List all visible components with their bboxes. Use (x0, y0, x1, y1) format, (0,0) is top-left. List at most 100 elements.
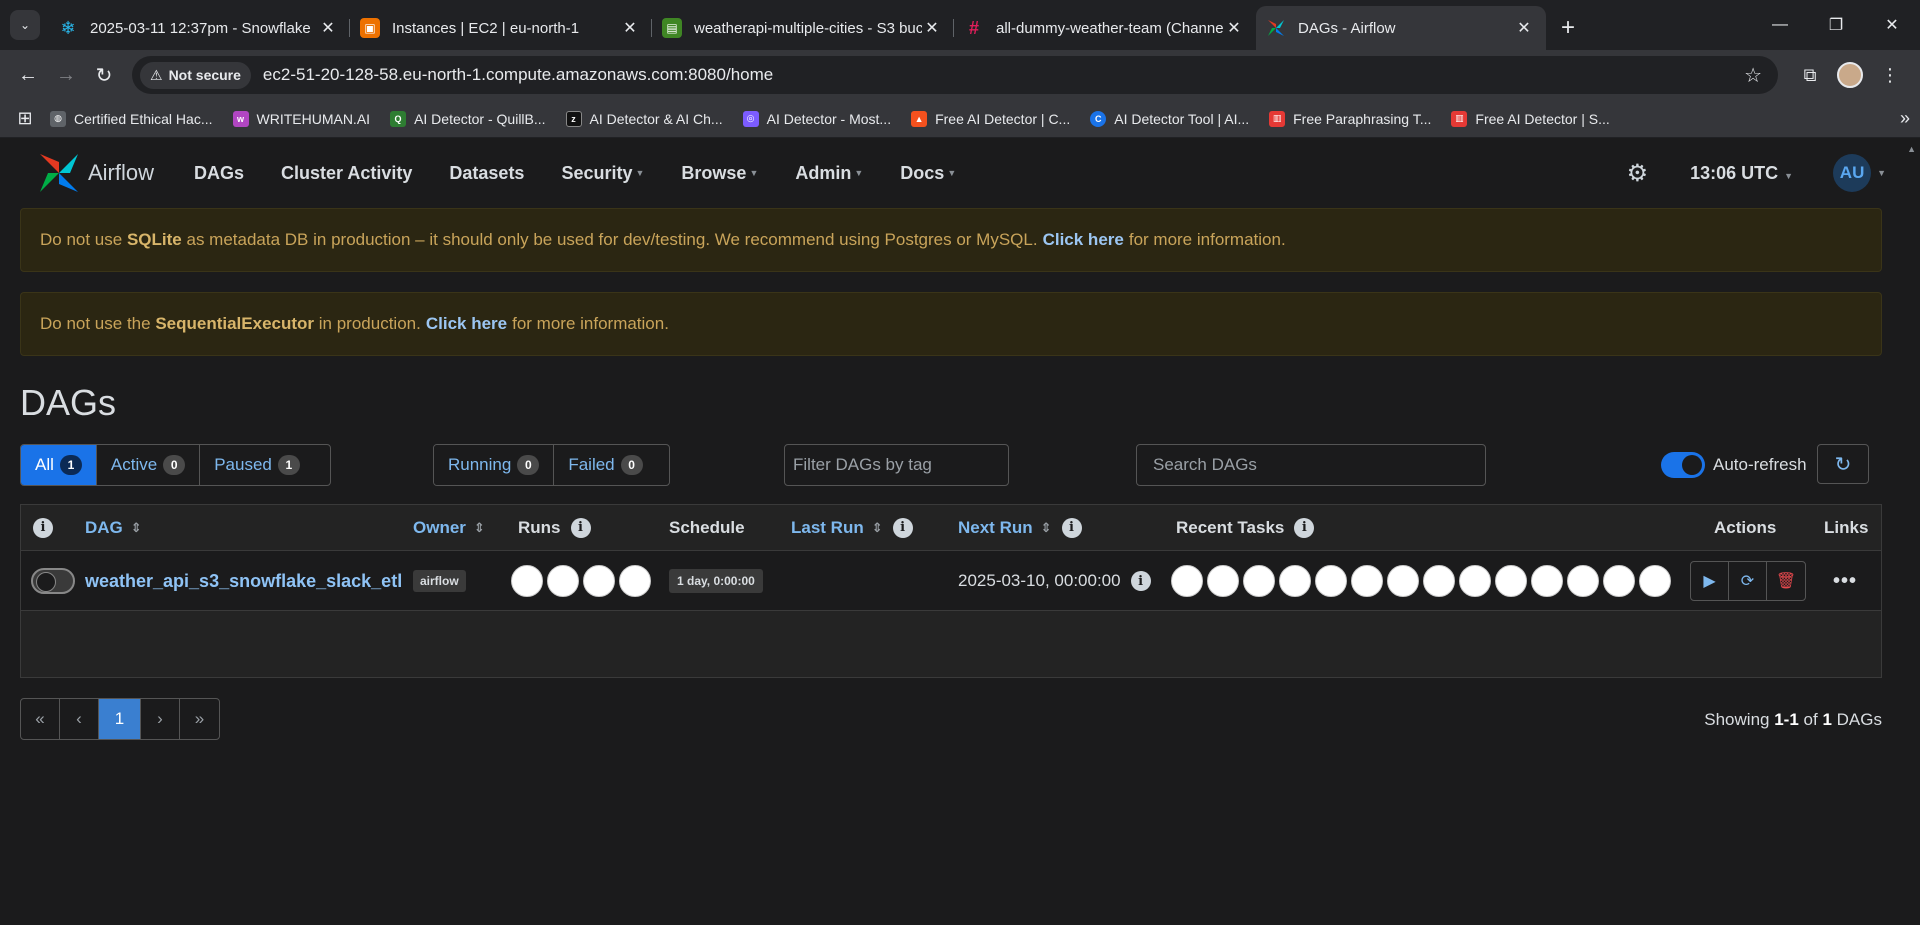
bookmark-item[interactable]: ▥ Free Paraphrasing T... (1269, 110, 1431, 127)
task-status-circle[interactable] (1495, 565, 1527, 597)
owner-badge[interactable]: airflow (413, 570, 466, 592)
close-tab-icon[interactable]: ✕ (1224, 18, 1244, 38)
task-status-circle[interactable] (1207, 565, 1239, 597)
last-page-button[interactable]: » (180, 699, 219, 739)
task-status-circle[interactable] (1387, 565, 1419, 597)
toggle-switch[interactable] (31, 568, 75, 594)
nav-admin[interactable]: Admin ▼ (795, 163, 863, 184)
bookmark-star-icon[interactable]: ☆ (1744, 63, 1762, 88)
nav-security[interactable]: Security ▼ (561, 163, 644, 184)
first-page-button[interactable]: « (21, 699, 60, 739)
trigger-dag-button[interactable]: ▶ (1691, 562, 1729, 600)
bookmark-item[interactable]: ◎ AI Detector - Most... (742, 110, 891, 127)
next-page-button[interactable]: › (141, 699, 180, 739)
profile-button[interactable] (1830, 57, 1870, 93)
column-header-dag[interactable]: DAG ⇕ (85, 518, 142, 538)
close-tab-icon[interactable]: ✕ (1514, 18, 1534, 38)
nav-dags[interactable]: DAGs (194, 163, 244, 184)
nav-datasets[interactable]: Datasets (449, 163, 524, 184)
minimize-icon[interactable]: — (1752, 0, 1808, 50)
run-status-circle[interactable] (511, 565, 543, 597)
info-icon[interactable]: i (1130, 571, 1151, 591)
task-status-circle[interactable] (1459, 565, 1491, 597)
user-menu[interactable]: AU ▼ (1833, 154, 1886, 192)
reload-button[interactable]: ↻ (86, 57, 122, 93)
browser-tab-airflow[interactable]: DAGs - Airflow ✕ (1256, 6, 1546, 50)
current-page-button[interactable]: 1 (99, 699, 141, 739)
refresh-button[interactable]: ↻ (1817, 444, 1869, 484)
nav-cluster-activity[interactable]: Cluster Activity (281, 163, 412, 184)
more-links-icon[interactable]: ••• (1833, 570, 1857, 593)
nav-docs[interactable]: Docs ▼ (900, 163, 956, 184)
timezone-dropdown[interactable]: 13:06 UTC ▼ (1690, 163, 1793, 184)
address-bar[interactable]: ⚠ Not secure ec2-51-20-128-58.eu-north-1… (132, 56, 1778, 94)
filter-running-button[interactable]: Running 0 (434, 445, 555, 485)
info-icon[interactable]: i (1294, 517, 1315, 538)
apps-grid-icon[interactable]: ⊞ (10, 108, 40, 129)
task-status-circle[interactable] (1567, 565, 1599, 597)
filter-paused-button[interactable]: Paused 1 (200, 445, 314, 485)
filter-all-button[interactable]: All 1 (21, 445, 97, 485)
toggle-switch[interactable] (1661, 452, 1705, 478)
tab-search-button[interactable]: ⌄ (10, 10, 40, 40)
info-icon[interactable]: i (1061, 517, 1082, 538)
forward-button[interactable]: → (48, 57, 84, 93)
run-status-circle[interactable] (619, 565, 651, 597)
dag-pause-toggle[interactable] (31, 551, 75, 611)
alert-link[interactable]: Click here (426, 314, 507, 334)
close-tab-icon[interactable]: ✕ (620, 18, 640, 38)
alert-link[interactable]: Click here (1043, 230, 1124, 250)
bookmark-item[interactable]: w WRITEHUMAN.AI (232, 110, 370, 127)
tag-filter-input[interactable]: Filter DAGs by tag (784, 444, 1009, 486)
browser-tab-ec2[interactable]: ▣ Instances | EC2 | eu-north-1 ✕ (350, 6, 652, 50)
task-status-circle[interactable] (1171, 565, 1203, 597)
schedule-badge[interactable]: 1 day, 0:00:00 (669, 569, 763, 593)
extensions-icon[interactable]: ⧉ (1790, 57, 1830, 93)
close-window-icon[interactable]: ✕ (1864, 0, 1920, 50)
task-status-circle[interactable] (1315, 565, 1347, 597)
column-header-next-run[interactable]: Next Run ⇕ i (958, 517, 1082, 538)
filter-active-button[interactable]: Active 0 (96, 445, 201, 485)
browser-tab-slack[interactable]: # all-dummy-weather-team (Channel) ✕ (954, 6, 1256, 50)
run-status-circle[interactable] (547, 565, 579, 597)
task-status-circle[interactable] (1531, 565, 1563, 597)
close-tab-icon[interactable]: ✕ (922, 18, 942, 38)
task-status-circle[interactable] (1603, 565, 1635, 597)
airflow-logo[interactable]: Airflow (36, 150, 154, 196)
task-status-circle[interactable] (1423, 565, 1455, 597)
scrollbar-up-arrow[interactable]: ▲ (1907, 144, 1916, 154)
task-status-circle[interactable] (1639, 565, 1671, 597)
delete-dag-button[interactable]: 🗑 (1767, 562, 1805, 600)
auto-refresh-toggle[interactable]: Auto-refresh (1661, 444, 1807, 486)
task-status-circle[interactable] (1279, 565, 1311, 597)
bookmark-item[interactable]: ▥ Free AI Detector | S... (1451, 110, 1610, 127)
back-button[interactable]: ← (10, 57, 46, 93)
browser-menu-icon[interactable]: ⋮ (1870, 57, 1910, 93)
bookmark-item[interactable]: ◍ Certified Ethical Hac... (50, 110, 213, 127)
close-tab-icon[interactable]: ✕ (318, 18, 338, 38)
run-status-circle[interactable] (583, 565, 615, 597)
bookmark-item[interactable]: ▲ Free AI Detector | C... (911, 110, 1070, 127)
bookmark-item[interactable]: z AI Detector & AI Ch... (565, 110, 723, 127)
dag-name-link[interactable]: weather_api_s3_snowflake_slack_etl (85, 551, 402, 611)
column-header-last-run[interactable]: Last Run ⇕ i (791, 517, 913, 538)
theme-gear-icon[interactable]: ⚙ (1627, 159, 1649, 188)
search-dags-input[interactable]: Search DAGs (1136, 444, 1486, 486)
task-status-circle[interactable] (1351, 565, 1383, 597)
nav-browse[interactable]: Browse ▼ (681, 163, 758, 184)
browser-tab-snowflake[interactable]: ❄ 2025-03-11 12:37pm - Snowflake ✕ (48, 6, 350, 50)
prev-page-button[interactable]: ‹ (60, 699, 99, 739)
restore-icon[interactable]: ❐ (1808, 0, 1864, 50)
task-status-circle[interactable] (1243, 565, 1275, 597)
browser-tab-s3[interactable]: ▤ weatherapi-multiple-cities - S3 bucket… (652, 6, 954, 50)
bookmark-item[interactable]: C AI Detector Tool | AI... (1090, 110, 1249, 127)
not-secure-chip[interactable]: ⚠ Not secure (140, 61, 251, 89)
reparse-dag-button[interactable]: ⟳ (1729, 562, 1767, 600)
more-bookmarks-icon[interactable]: » (1900, 108, 1910, 129)
info-icon[interactable]: i (570, 517, 591, 538)
url-text[interactable]: ec2-51-20-128-58.eu-north-1.compute.amaz… (263, 65, 773, 85)
filter-failed-button[interactable]: Failed 0 (554, 445, 657, 485)
info-icon[interactable]: i (892, 517, 913, 538)
bookmark-item[interactable]: Q AI Detector - QuillB... (390, 110, 546, 127)
new-tab-button[interactable]: + (1546, 6, 1590, 50)
